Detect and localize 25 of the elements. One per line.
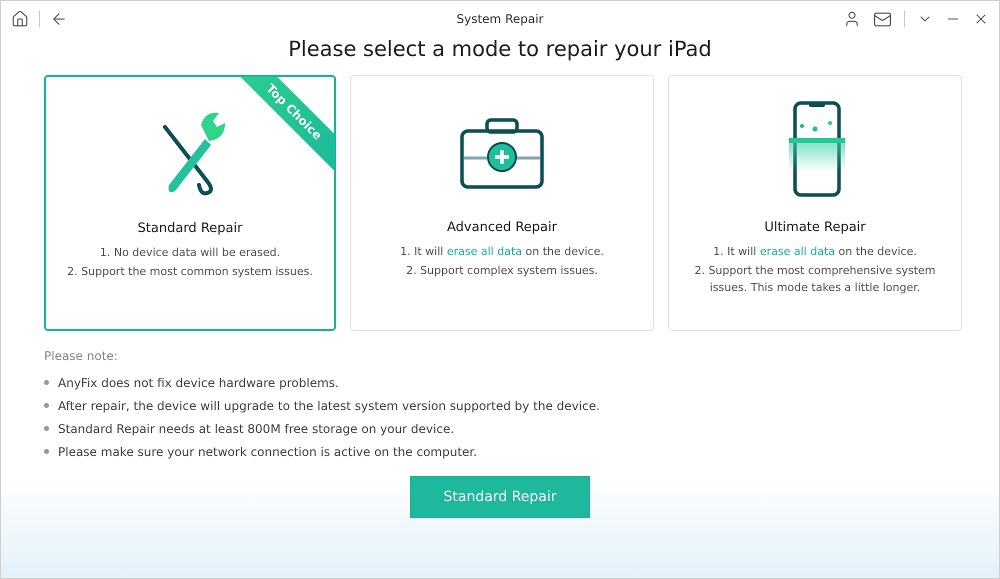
page-heading: Please select a mode to repair your iPad bbox=[288, 37, 712, 63]
note-item: After repair, the device will upgrade to the latest system version supported by the device. bbox=[58, 398, 600, 412]
mode-description: 2. Support the most comprehensive system issues. This mode takes a little longer. bbox=[693, 263, 937, 296]
note-item: AnyFix does not fix device hardware problems. bbox=[58, 376, 339, 390]
user-icon[interactable] bbox=[843, 10, 861, 28]
mail-icon[interactable] bbox=[873, 10, 892, 28]
mode-description: 1. No device data will be erased. bbox=[98, 245, 282, 261]
mode-description: 2. Support the most common system issues. bbox=[66, 264, 314, 280]
window-title: System Repair bbox=[456, 12, 544, 26]
mode-title: Standard Repair bbox=[138, 221, 242, 236]
mode-card[interactable]: Advanced Repair 1. It will erase all data on the device. 2. Support complex system issues. bbox=[350, 75, 654, 331]
mode-description: 1. It will erase all data on the device. bbox=[399, 244, 605, 260]
note-item: Please make sure your network connection is active on the computer. bbox=[58, 444, 478, 458]
home-icon[interactable] bbox=[11, 10, 29, 28]
mode-description: 1. It will erase all data on the device. bbox=[712, 244, 918, 260]
mode-card[interactable]: Ultimate Repair 1. It will erase all data on the device. 2. Support the most comprehensive system issues. This mode takes a little longer. bbox=[668, 75, 962, 331]
bullet-icon bbox=[44, 449, 49, 454]
note-item: Standard Repair needs at least 800M free storage on your device. bbox=[58, 422, 454, 436]
mode-description: 2. Support complex system issues. bbox=[405, 263, 599, 279]
bullet-icon bbox=[44, 426, 49, 431]
mode-title: Ultimate Repair bbox=[764, 220, 866, 235]
mode-title: Advanced Repair bbox=[447, 220, 557, 235]
bullet-icon bbox=[44, 380, 49, 385]
note-title: Please note: bbox=[44, 349, 119, 363]
bullet-icon bbox=[44, 403, 49, 408]
